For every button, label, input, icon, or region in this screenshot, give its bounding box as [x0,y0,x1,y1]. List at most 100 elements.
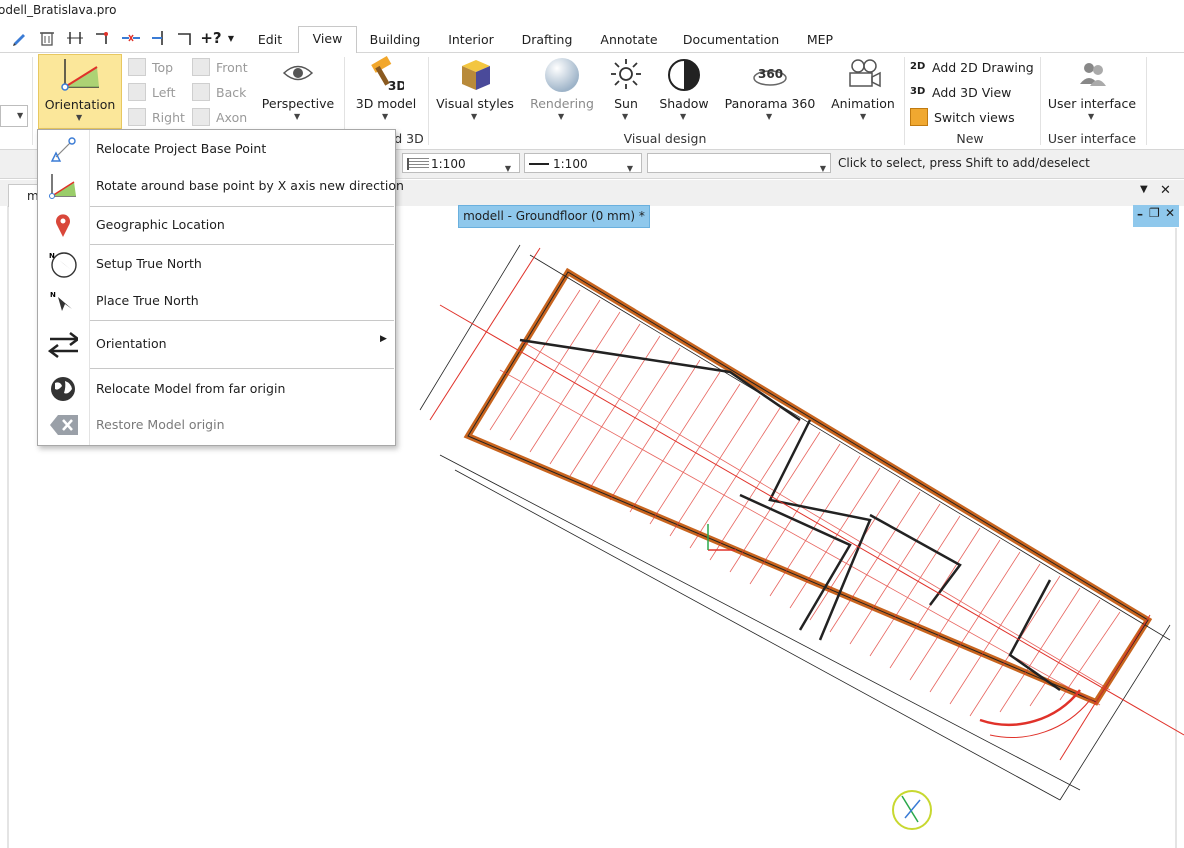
scale-dropdown-2[interactable]: 1:100 ▼ [524,153,642,173]
visual-styles-button[interactable]: Visual styles ▼ [434,54,516,127]
menu-label-setup-true-north: Setup True North [96,256,202,271]
tab-annotate[interactable]: Annotate [592,28,666,52]
minimize-icon[interactable]: – [1137,207,1143,221]
cube-left-icon [128,83,146,101]
tab-mep[interactable]: MEP [796,28,844,52]
view-front-label: Front [216,59,248,75]
scale-2-value: 1:100 [553,157,588,171]
menu-item-place-true-north[interactable]: N Place True North [38,283,395,319]
dimension-icon[interactable] [64,24,86,52]
north-arrow-icon[interactable] [892,790,932,830]
panorama-360-button[interactable]: 360 Panorama 360 ▼ [722,54,818,127]
tab-building[interactable]: Building [362,28,428,52]
view-left-button[interactable]: Left [128,81,176,103]
qat-customize-icon[interactable]: ▼ [224,24,238,52]
pen-icon[interactable] [8,24,30,52]
sun-button[interactable]: Sun ▼ [604,54,648,127]
menu-item-rotate-base-point[interactable]: Rotate around base point by X axis new d… [38,168,404,204]
orientation-button[interactable]: Orientation ▼ [38,54,122,129]
view-back-label: Back [216,84,247,100]
panorama-360-label: Panorama 360 [724,96,816,111]
view-top-button[interactable]: Top [128,56,173,78]
menu-item-relocate-far-origin[interactable]: Relocate Model from far origin [38,371,395,407]
cube-color-icon [462,60,490,90]
corner-snap-icon[interactable] [92,24,114,52]
base-point-icon [50,137,76,162]
rendering-button[interactable]: Rendering ▼ [526,54,598,127]
compass-north-icon: N [49,252,77,278]
3d-badge: 3D [388,79,404,92]
submenu-arrow-icon: ▶ [380,334,387,344]
add-2d-icon: 2D [910,61,926,72]
camera-icon [849,59,881,88]
add-2d-drawing-button[interactable]: 2D Add 2D Drawing [910,56,1034,78]
scale-1-value: 1:100 [431,157,466,171]
cube-back-icon [192,83,210,101]
partial-dropdown[interactable]: ▼ [0,105,28,127]
view-back-button[interactable]: Back [192,81,246,103]
sun-label: Sun [614,96,638,111]
extend-line-icon[interactable] [148,24,170,52]
view-right-button[interactable]: Right [128,106,185,128]
animation-label: Animation [831,96,895,111]
menu-label-geographic-location: Geographic Location [96,217,225,232]
delete-icon[interactable] [36,24,58,52]
tab-interior[interactable]: Interior [440,28,502,52]
scale-dropdown-1[interactable]: 1:100 ▼ [402,153,520,173]
help-icon[interactable]: +? [200,24,222,52]
clear-icon [50,415,78,435]
status-hint: Click to select, press Shift to add/dese… [838,156,1090,170]
group-visual-design-label: Visual design [623,131,707,146]
menu-item-restore-origin[interactable]: Restore Model origin [38,407,395,443]
hammer-3d-icon: 3D [371,56,404,92]
globe-icon [51,377,75,401]
orientation-icon [61,59,99,91]
view-right-label: Right [152,109,185,125]
rendering-label: Rendering [530,96,594,111]
panorama-360-icon: 360 [753,67,787,86]
users-icon [1080,63,1106,86]
switch-views-label: Switch views [934,109,1015,125]
menu-item-relocate-base-point[interactable]: Relocate Project Base Point [38,131,395,167]
menu-label-rotate-base-point: Rotate around base point by X axis new d… [96,178,404,193]
sphere-icon [545,58,579,92]
cube-front-icon [192,58,210,76]
cube-top-icon [128,58,146,76]
close-icon[interactable]: ✕ [1160,183,1171,198]
menu-item-setup-true-north[interactable]: N Setup True North [38,246,395,282]
view-left-label: Left [152,84,176,100]
switch-views-button[interactable]: Switch views [910,106,1015,128]
trim-corner-icon[interactable] [174,24,196,52]
view-axon-button[interactable]: Axon [192,106,247,128]
tab-list-icon[interactable]: ▼ [1140,184,1148,195]
rotate-axis-icon [49,174,76,199]
menu-label-restore-origin: Restore Model origin [96,417,225,432]
split-line-icon[interactable] [120,24,142,52]
close-view-icon[interactable]: ✕ [1165,206,1175,220]
user-interface-label: User interface [1047,96,1137,111]
layer-dropdown[interactable]: ▼ [647,153,831,173]
restore-icon[interactable]: ❐ [1149,206,1160,220]
menu-item-orientation-submenu[interactable]: Orientation ▶ [38,326,395,362]
eye-icon [282,65,314,81]
shadow-button[interactable]: Shadow ▼ [654,54,714,127]
3d-model-button[interactable]: 3D 3D model ▼ [350,54,422,127]
tab-drafting[interactable]: Drafting [514,28,580,52]
add-3d-icon: 3D [910,86,926,97]
tab-edit[interactable]: Edit [250,28,290,52]
add-3d-view-button[interactable]: 3D Add 3D View [910,81,1011,103]
floor-plan [419,244,1184,801]
shadow-icon [668,59,700,91]
perspective-button[interactable]: Perspective ▼ [258,54,338,127]
tab-documentation[interactable]: Documentation [678,28,784,52]
animation-button[interactable]: Animation ▼ [828,54,898,127]
orientation-menu: Relocate Project Base Point Rotate aroun… [37,129,404,446]
view-title-tab[interactable]: modell - Groundfloor (0 mm) * [458,205,650,228]
user-interface-button[interactable]: User interface ▼ [1046,54,1138,127]
add-2d-label: Add 2D Drawing [932,59,1034,75]
view-window-controls: – ❐ ✕ [1133,205,1179,227]
menu-item-geographic-location[interactable]: Geographic Location [38,207,395,243]
tab-view[interactable]: View [298,26,357,54]
view-front-button[interactable]: Front [192,56,248,78]
hatch-icon [407,158,429,170]
